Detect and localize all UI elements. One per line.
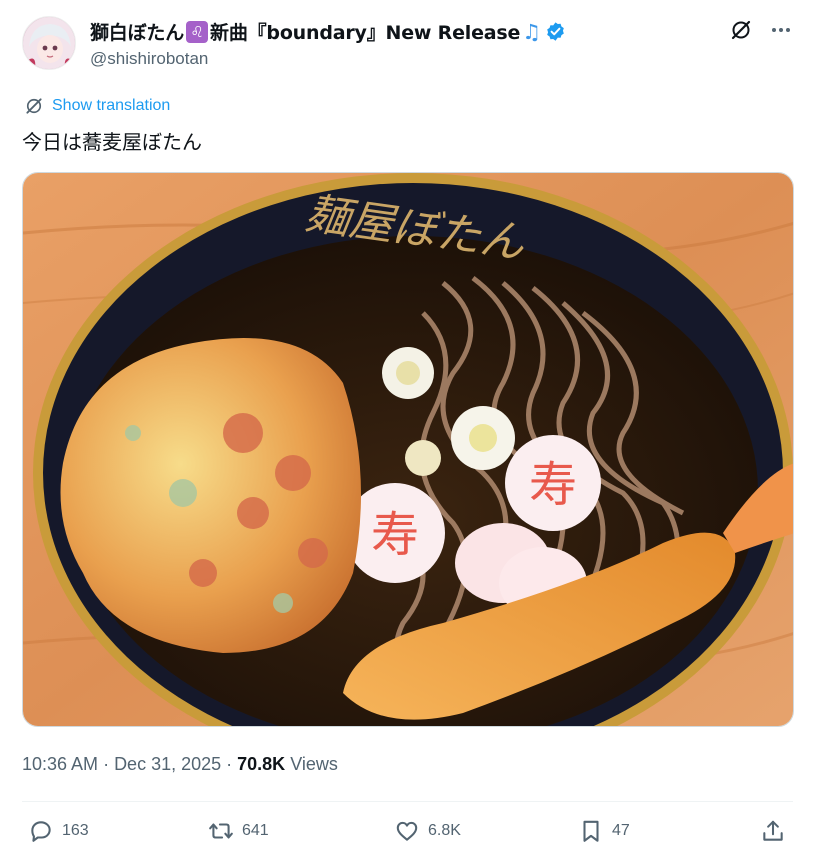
avatar[interactable] bbox=[22, 16, 76, 70]
meta-separator: · bbox=[98, 754, 115, 774]
tweet-meta: 10:36 AM · Dec 31, 2025 · 70.8K Views bbox=[22, 754, 338, 775]
views-count: 70.8K bbox=[237, 754, 286, 774]
repost-icon bbox=[209, 823, 233, 839]
action-bar: 163 641 6.8K 47 bbox=[22, 818, 793, 854]
soba-bowl-photo: 麺屋ぼたん 寿 寿 bbox=[23, 173, 793, 726]
share-button[interactable] bbox=[760, 818, 794, 844]
bookmark-count: 47 bbox=[612, 822, 630, 839]
bookmark-button[interactable]: 47 bbox=[578, 818, 630, 844]
like-button[interactable]: 6.8K bbox=[394, 818, 461, 844]
show-translation-link[interactable]: Show translation bbox=[24, 96, 170, 116]
verified-badge-icon[interactable] bbox=[545, 21, 566, 42]
divider bbox=[22, 801, 793, 802]
translate-icon bbox=[26, 98, 42, 114]
display-name[interactable]: 獅白ぼたん ♌ 新曲『boundary』New Release ♫ bbox=[90, 18, 566, 45]
avatar-illustration bbox=[23, 17, 75, 69]
tweet-media-image[interactable]: 麺屋ぼたん 寿 寿 bbox=[22, 172, 794, 727]
like-count: 6.8K bbox=[428, 822, 461, 839]
user-names: 獅白ぼたん ♌ 新曲『boundary』New Release ♫ @shish… bbox=[90, 18, 566, 69]
tweet-time[interactable]: 10:36 AM bbox=[22, 754, 98, 774]
display-name-prefix: 獅白ぼたん bbox=[90, 22, 185, 44]
tweet-header: 獅白ぼたん ♌ 新曲『boundary』New Release ♫ @shish… bbox=[22, 14, 793, 74]
tweet-text: 今日は蕎麦屋ぼたん bbox=[22, 130, 202, 154]
bookmark-icon bbox=[583, 820, 599, 842]
reply-button[interactable]: 163 bbox=[28, 818, 89, 844]
show-translation-label: Show translation bbox=[52, 97, 171, 114]
leo-zodiac-icon: ♌ bbox=[186, 20, 209, 43]
music-note-icon: ♫ bbox=[522, 19, 541, 44]
tweet-date[interactable]: Dec 31, 2025 bbox=[114, 754, 221, 774]
display-name-suffix: 新曲『boundary』New Release bbox=[210, 22, 521, 44]
kakiage-tempura bbox=[60, 338, 361, 653]
views-label: Views bbox=[290, 754, 338, 774]
reply-icon bbox=[31, 821, 51, 842]
reply-count: 163 bbox=[62, 822, 89, 839]
repost-button[interactable]: 641 bbox=[208, 818, 269, 844]
meta-separator-2: · bbox=[221, 754, 238, 774]
kamaboko-text-2: 寿 bbox=[371, 507, 419, 563]
grok-icon[interactable] bbox=[729, 18, 753, 42]
heart-icon bbox=[396, 821, 418, 841]
share-icon bbox=[763, 820, 783, 841]
kamaboko-text-1: 寿 bbox=[529, 457, 577, 513]
user-handle[interactable]: @shishirobotan bbox=[90, 49, 566, 69]
more-options-icon[interactable] bbox=[769, 18, 793, 42]
repost-count: 641 bbox=[242, 822, 269, 839]
